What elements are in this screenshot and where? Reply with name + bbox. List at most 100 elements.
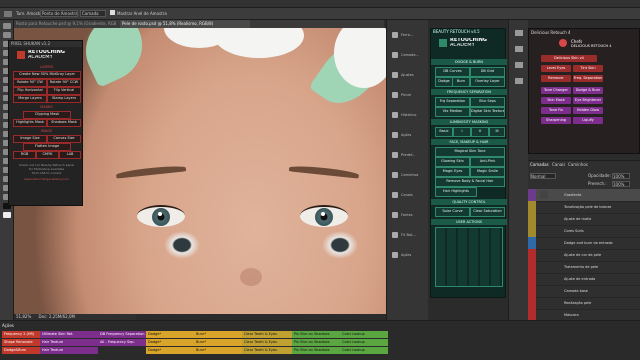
freq-separation-button[interactable]: Freq. Separation — [573, 75, 603, 82]
magic-smile-button[interactable]: Magic Smile — [470, 167, 505, 177]
fill-input[interactable]: 100% — [612, 181, 630, 187]
rotate-ccw-button[interactable]: Rotate 90° CCW — [47, 79, 81, 87]
dodge-button[interactable]: Dodge — [435, 77, 453, 87]
action-button[interactable]: Clear Teeth & Eyes — [242, 347, 292, 354]
action-button[interactable]: Burn* — [194, 331, 242, 338]
visibility-eye-icon[interactable] — [528, 273, 536, 285]
marquee-tool-icon[interactable] — [3, 32, 11, 38]
action-button[interactable]: Clear Teeth & Eyes — [242, 331, 292, 338]
action-button[interactable]: Pin Blur on Shadows — [292, 331, 340, 338]
lum-3-button[interactable]: III — [489, 127, 505, 137]
visibility-eye-icon[interactable] — [528, 213, 536, 225]
eye-brightener-button[interactable]: Eye Brightener — [573, 97, 603, 104]
solar-curve-button[interactable]: Solar Curve — [435, 207, 470, 217]
doc-tab-2[interactable]: Pele de rosto.psd @ 51,8% (Realismo, RGB… — [120, 20, 250, 28]
sample-size-select[interactable]: Ponto de Amostra — [40, 10, 78, 17]
action-button[interactable]: Pin Blur on Shadows — [292, 339, 340, 346]
remove-hair-button[interactable]: Remove Body & Facial Hair — [435, 177, 505, 187]
visibility-eye-icon[interactable] — [528, 189, 536, 201]
action-button[interactable]: All - Frequency Sep. — [98, 339, 146, 346]
vtx-median-button[interactable]: Vtx Median — [435, 107, 470, 117]
visibility-eye-icon[interactable] — [528, 225, 536, 237]
actions-tab[interactable]: Ações — [2, 323, 14, 328]
tone-fix-button[interactable]: Tone Fix — [541, 107, 571, 114]
tint-skin-button[interactable]: Tint Skin — [573, 65, 603, 72]
panel-icon[interactable] — [515, 62, 523, 68]
move-tool-icon[interactable] — [3, 23, 11, 29]
lab-button[interactable]: LAB — [59, 151, 81, 159]
action-button[interactable]: Color Lookup — [340, 347, 388, 354]
skin-mask-button[interactable]: Skin Mask — [541, 97, 571, 104]
dock-item[interactable]: Camada... — [390, 48, 428, 64]
action-button[interactable]: Shape Renovate — [2, 339, 40, 346]
action-button[interactable]: DB Frequency Separation — [98, 331, 146, 338]
dock-item[interactable]: Canais — [390, 188, 428, 204]
db-grid-button[interactable]: DB Grid — [470, 67, 505, 77]
dock-item[interactable]: Predef... — [390, 148, 428, 164]
hidden-glow-button[interactable]: Hidden Glow — [573, 107, 603, 114]
delicious-skin-button[interactable]: Delicious Skin v4 — [541, 55, 597, 62]
dock-item[interactable]: Ajustes — [390, 68, 428, 84]
action-button[interactable]: Dodge&Burn — [2, 347, 40, 354]
hair-highlights-button[interactable]: Hair Highlights — [435, 187, 477, 197]
magical-skin-tone-button[interactable]: Magical Skin Tone — [435, 147, 505, 157]
create-midgray-button[interactable]: Create New 50% MidGray Layer — [13, 71, 81, 79]
canvas-size-button[interactable]: Canvas Size — [47, 135, 81, 143]
level-eyes-button[interactable]: Level Eyes — [541, 65, 571, 72]
visibility-eye-icon[interactable] — [528, 237, 536, 249]
tab-camadas[interactable]: Camadas — [530, 162, 549, 167]
background-color-swatch[interactable] — [3, 212, 11, 218]
highlights-mask-button[interactable]: Highlights Mask — [13, 119, 47, 127]
digital-skin-texture-button[interactable]: Digital Skin Texture — [470, 107, 505, 117]
blend-mode-select[interactable]: Normal — [530, 173, 556, 179]
rotate-cw-button[interactable]: Rotate 90° CW — [13, 79, 47, 87]
action-button[interactable]: Burn* — [194, 339, 242, 346]
glowing-skin-button[interactable]: Glowing Skin — [435, 157, 470, 167]
dock-item[interactable]: Pincel — [390, 88, 428, 104]
dock-item[interactable]: FX Bot... — [390, 228, 428, 244]
panel-icon[interactable] — [515, 78, 523, 84]
shadows-mask-button[interactable]: Shadows Mask — [47, 119, 81, 127]
dodge-burn-button[interactable]: Dodge & Burn — [573, 87, 603, 94]
user-action-grid[interactable] — [435, 227, 503, 287]
dock-item[interactable]: Ações — [390, 248, 428, 264]
merge-layers-button[interactable]: Merge Layers — [13, 95, 47, 103]
remover-button[interactable]: Remover — [541, 75, 571, 82]
action-button[interactable]: Clear Teeth & Eyes — [242, 339, 292, 346]
visibility-eye-icon[interactable] — [528, 249, 536, 261]
action-button[interactable]: Dodge* — [146, 331, 194, 338]
action-button[interactable]: Dodge* — [146, 347, 194, 354]
liquify-button[interactable]: Liquify — [573, 117, 603, 124]
lum-1-button[interactable]: I — [453, 127, 471, 137]
panel-icon[interactable] — [515, 30, 523, 36]
visibility-eye-icon[interactable] — [528, 285, 536, 297]
dock-item[interactable]: Fontes — [390, 208, 428, 224]
visibility-eye-icon[interactable] — [528, 261, 536, 273]
eyedropper-icon[interactable] — [4, 11, 12, 17]
image-size-button[interactable]: Image Size — [13, 135, 47, 143]
opacity-input[interactable]: 100% — [612, 173, 630, 179]
dock-item[interactable]: Ações — [390, 128, 428, 144]
lum-basic-button[interactable]: Basic — [435, 127, 453, 137]
flip-vertical-button[interactable]: Flip Vertical — [47, 87, 81, 95]
overlay-layer-button[interactable]: Overlay Layer — [470, 77, 505, 87]
visibility-eye-icon[interactable] — [528, 201, 536, 213]
flip-horizontal-button[interactable]: Flip Horizontal — [13, 87, 47, 95]
dock-item[interactable]: Ferra... — [390, 28, 428, 44]
sample-layer-select[interactable]: Camada — [80, 10, 106, 17]
magic-eyes-button[interactable]: Magic Eyes — [435, 167, 470, 177]
flatten-image-button[interactable]: Flatten Image — [23, 143, 71, 151]
anti-pink-button[interactable]: Anti-Pink — [470, 157, 505, 167]
action-button[interactable]: Pin Blur on Shadows — [292, 347, 340, 354]
lum-2-button[interactable]: II — [471, 127, 489, 137]
clear-saturation-button[interactable]: Clear Saturation — [470, 207, 505, 217]
dock-item[interactable]: Histórico — [390, 108, 428, 124]
action-button[interactable]: Dodge* — [146, 339, 194, 346]
sharpening-button[interactable]: Sharpening — [541, 117, 571, 124]
tone-changer-button[interactable]: Tone Changer — [541, 87, 571, 94]
tab-canais[interactable]: Canais — [552, 162, 565, 167]
db-curves-button[interactable]: DB Curves — [435, 67, 470, 77]
action-button[interactable]: Color Lookup — [340, 339, 388, 346]
dock-item[interactable]: Caminhos — [390, 168, 428, 184]
visibility-eye-icon[interactable] — [528, 297, 536, 309]
